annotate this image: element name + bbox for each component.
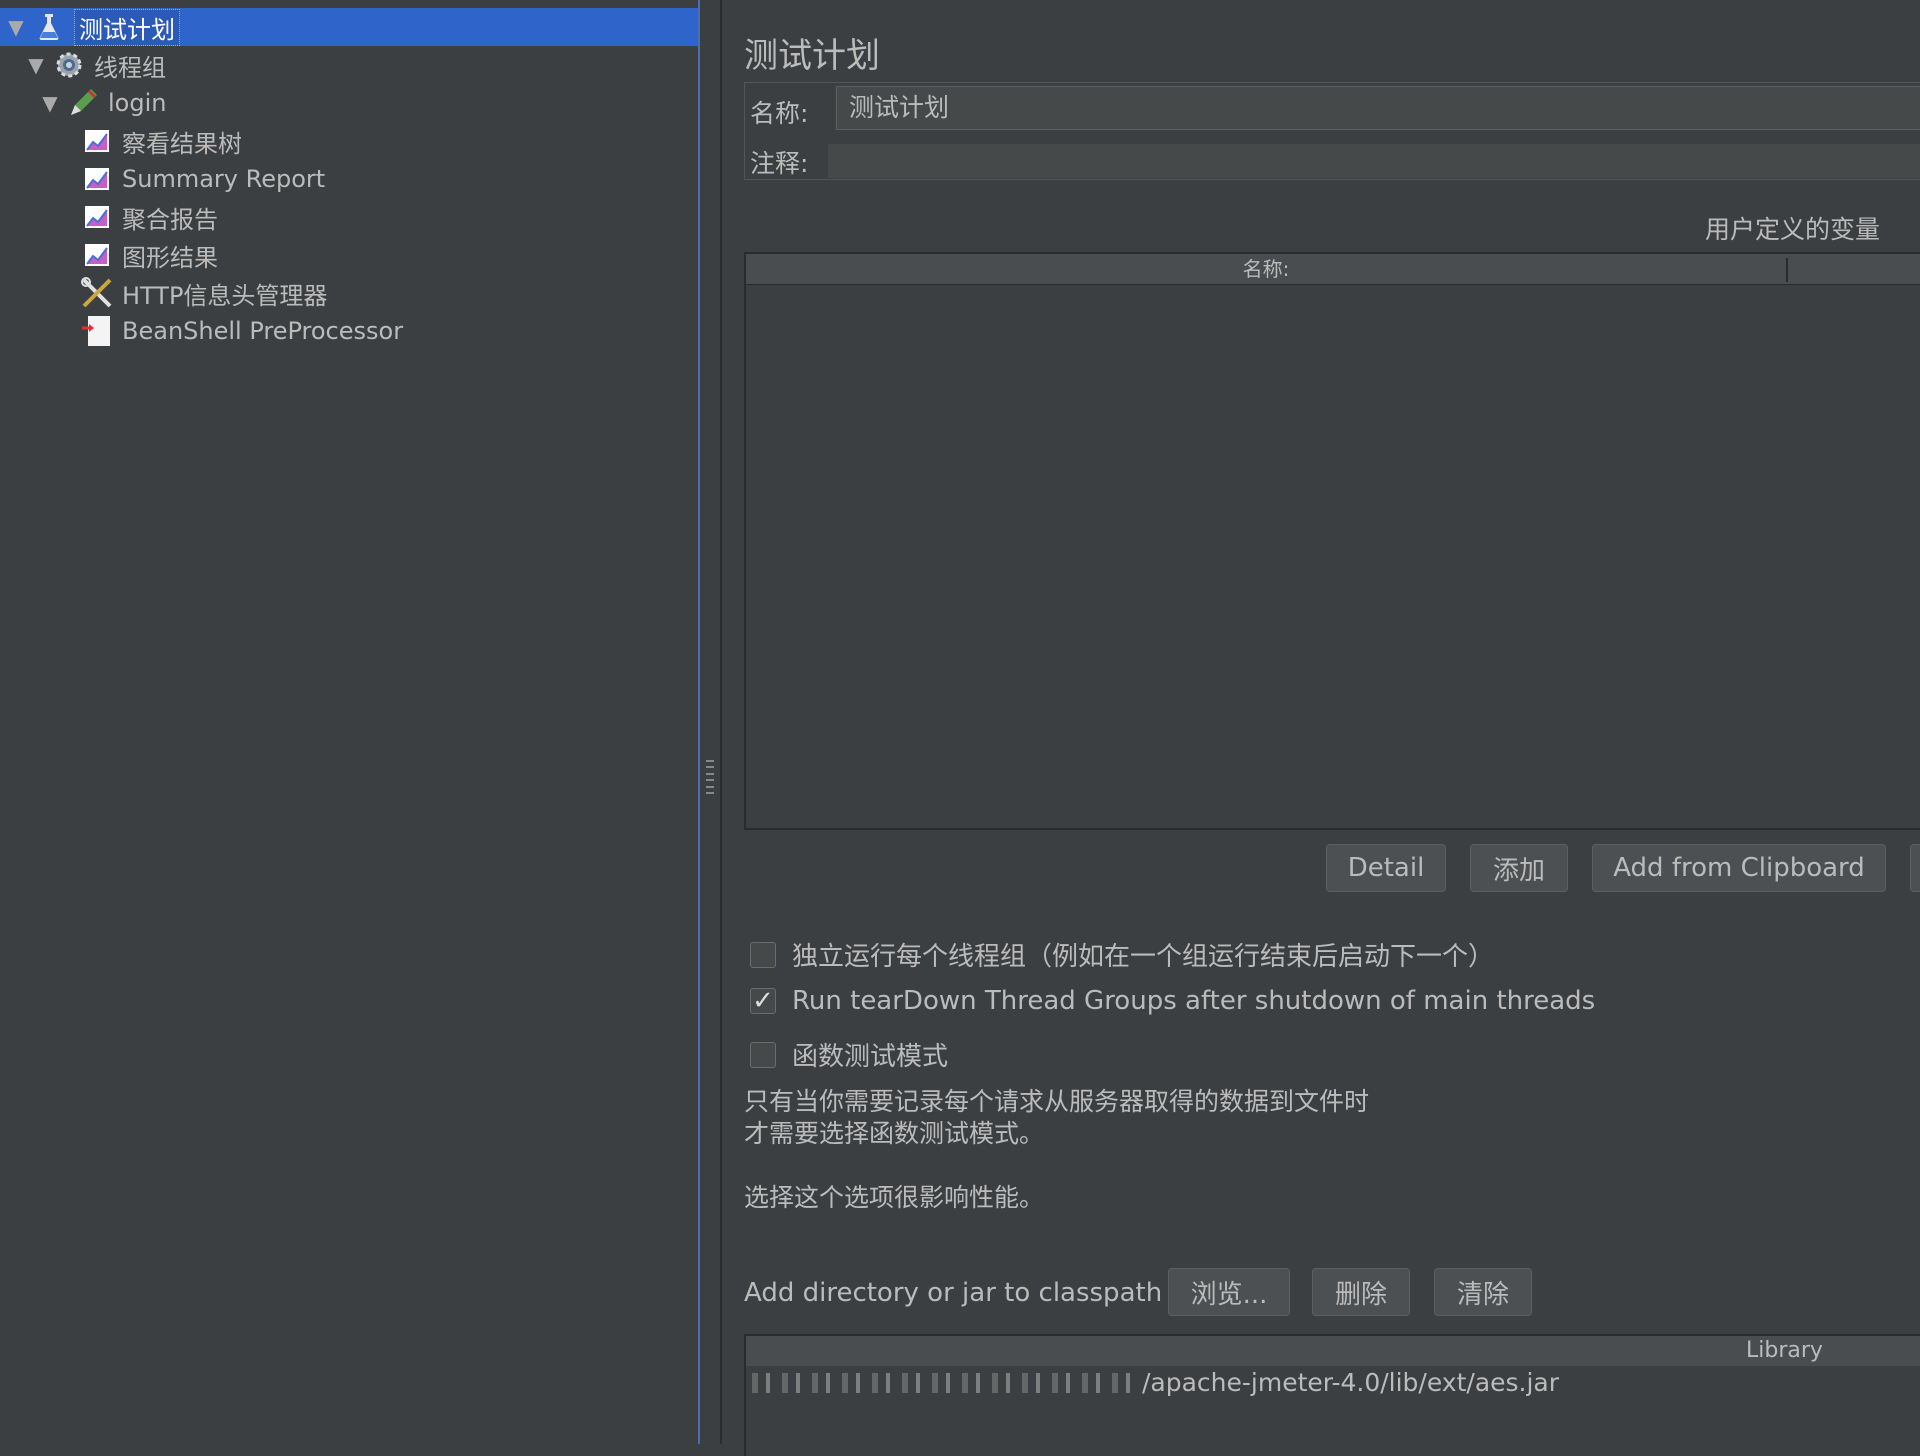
gear-icon	[52, 48, 86, 82]
expand-triangle-icon[interactable]: ▼	[40, 91, 60, 115]
user-defined-variables-label: 用户定义的变量	[1704, 215, 1880, 244]
test-plan-tree[interactable]: ▼ 测试计划 ▼ 线程组 ▼ login 察看结果树 Summary Repor…	[0, 0, 700, 1444]
library-table[interactable]: Library /apache-jmeter-4.0/lib/ext/aes.j…	[744, 1334, 1920, 1456]
checkbox-label: Run tearDown Thread Groups after shutdow…	[792, 986, 1596, 1016]
redacted-path	[752, 1372, 1138, 1393]
add-from-clipboard-button[interactable]: Add from Clipboard	[1592, 844, 1886, 892]
config-tools-icon	[80, 276, 114, 310]
tree-item-login[interactable]: ▼ login	[40, 84, 166, 122]
checkbox-label: 独立运行每个线程组（例如在一个组运行结束后启动下一个）	[792, 942, 1495, 972]
add-button[interactable]: 添加	[1470, 844, 1568, 892]
tree-item-view-results-tree[interactable]: 察看结果树	[80, 122, 242, 160]
tree-item-label: HTTP信息头管理器	[122, 281, 328, 310]
library-header: Library	[746, 1336, 1920, 1366]
tree-item-label: 线程组	[94, 53, 166, 82]
comment-field[interactable]	[828, 144, 1920, 178]
expand-triangle-icon[interactable]: ▼	[26, 53, 46, 77]
listener-chart-icon	[80, 162, 114, 196]
page-title: 测试计划	[744, 36, 880, 76]
checkbox-label: 函数测试模式	[792, 1042, 949, 1072]
name-label: 名称:	[750, 99, 809, 128]
tree-item-thread-group[interactable]: ▼ 线程组	[26, 46, 166, 84]
browse-button[interactable]: 浏览...	[1168, 1268, 1290, 1316]
serialize-thread-groups-checkbox[interactable]	[750, 941, 776, 968]
teardown-row[interactable]: ✓ Run tearDown Thread Groups after shutd…	[750, 986, 1595, 1016]
preprocessor-icon	[80, 314, 114, 348]
test-plan-icon	[32, 10, 66, 44]
listener-chart-icon	[80, 124, 114, 158]
tree-item-http-header-manager[interactable]: HTTP信息头管理器	[80, 274, 327, 312]
functional-mode-row[interactable]: 函数测试模式	[750, 1036, 948, 1073]
functional-mode-note-1: 只有当你需要记录每个请求从服务器取得的数据到文件时	[744, 1087, 1370, 1116]
user-variables-table[interactable]: 名称:	[744, 252, 1920, 830]
test-plan-panel: 测试计划 名称: 测试计划 注释: 用户定义的变量 名称: Detail 添加 …	[722, 0, 1920, 1456]
library-path: /apache-jmeter-4.0/lib/ext/aes.jar	[1142, 1368, 1560, 1397]
tree-item-graph-results[interactable]: 图形结果	[80, 236, 218, 274]
name-field[interactable]: 测试计划	[836, 86, 1920, 130]
functional-mode-checkbox[interactable]	[750, 1041, 776, 1068]
tree-item-label: Summary Report	[122, 165, 326, 193]
splitter-grip-icon[interactable]	[706, 760, 714, 794]
tree-item-label: 图形结果	[122, 243, 218, 272]
serialize-thread-groups-row[interactable]: 独立运行每个线程组（例如在一个组运行结束后启动下一个）	[750, 936, 1494, 973]
table-header: 名称:	[746, 254, 1920, 285]
tree-item-summary-report[interactable]: Summary Report	[80, 160, 325, 198]
tree-item-label: BeanShell PreProcessor	[122, 317, 404, 345]
tree-item-label: 测试计划	[74, 8, 180, 46]
comment-label: 注释:	[750, 149, 809, 178]
classpath-label: Add directory or jar to classpath	[744, 1278, 1163, 1308]
listener-chart-icon	[80, 238, 114, 272]
column-header-name[interactable]: 名称:	[746, 254, 1786, 284]
tree-item-test-plan[interactable]: ▼ 测试计划	[6, 8, 180, 46]
teardown-checkbox[interactable]: ✓	[750, 986, 776, 1016]
functional-mode-note-2: 才需要选择函数测试模式。	[744, 1119, 1045, 1148]
performance-note: 选择这个选项很影响性能。	[744, 1183, 1045, 1212]
sampler-pen-icon	[66, 86, 100, 120]
tree-item-beanshell-preprocessor[interactable]: BeanShell PreProcessor	[80, 312, 403, 350]
tree-item-label: login	[108, 89, 167, 117]
tree-item-label: 察看结果树	[122, 129, 242, 158]
detail-button[interactable]: Detail	[1326, 844, 1446, 892]
expand-triangle-icon[interactable]: ▼	[6, 15, 26, 39]
tree-item-aggregate-report[interactable]: 聚合报告	[80, 198, 218, 236]
delete-button[interactable]: 删除	[1312, 1268, 1410, 1316]
library-row[interactable]: /apache-jmeter-4.0/lib/ext/aes.jar	[752, 1368, 1559, 1397]
tree-item-label: 聚合报告	[122, 205, 218, 234]
split-pane-divider[interactable]	[702, 0, 720, 1444]
library-column-header[interactable]: Library	[1746, 1336, 1823, 1366]
listener-chart-icon	[80, 200, 114, 234]
clear-button[interactable]: 清除	[1434, 1268, 1532, 1316]
overflow-button[interactable]	[1910, 844, 1920, 892]
column-separator[interactable]	[1786, 258, 1788, 282]
